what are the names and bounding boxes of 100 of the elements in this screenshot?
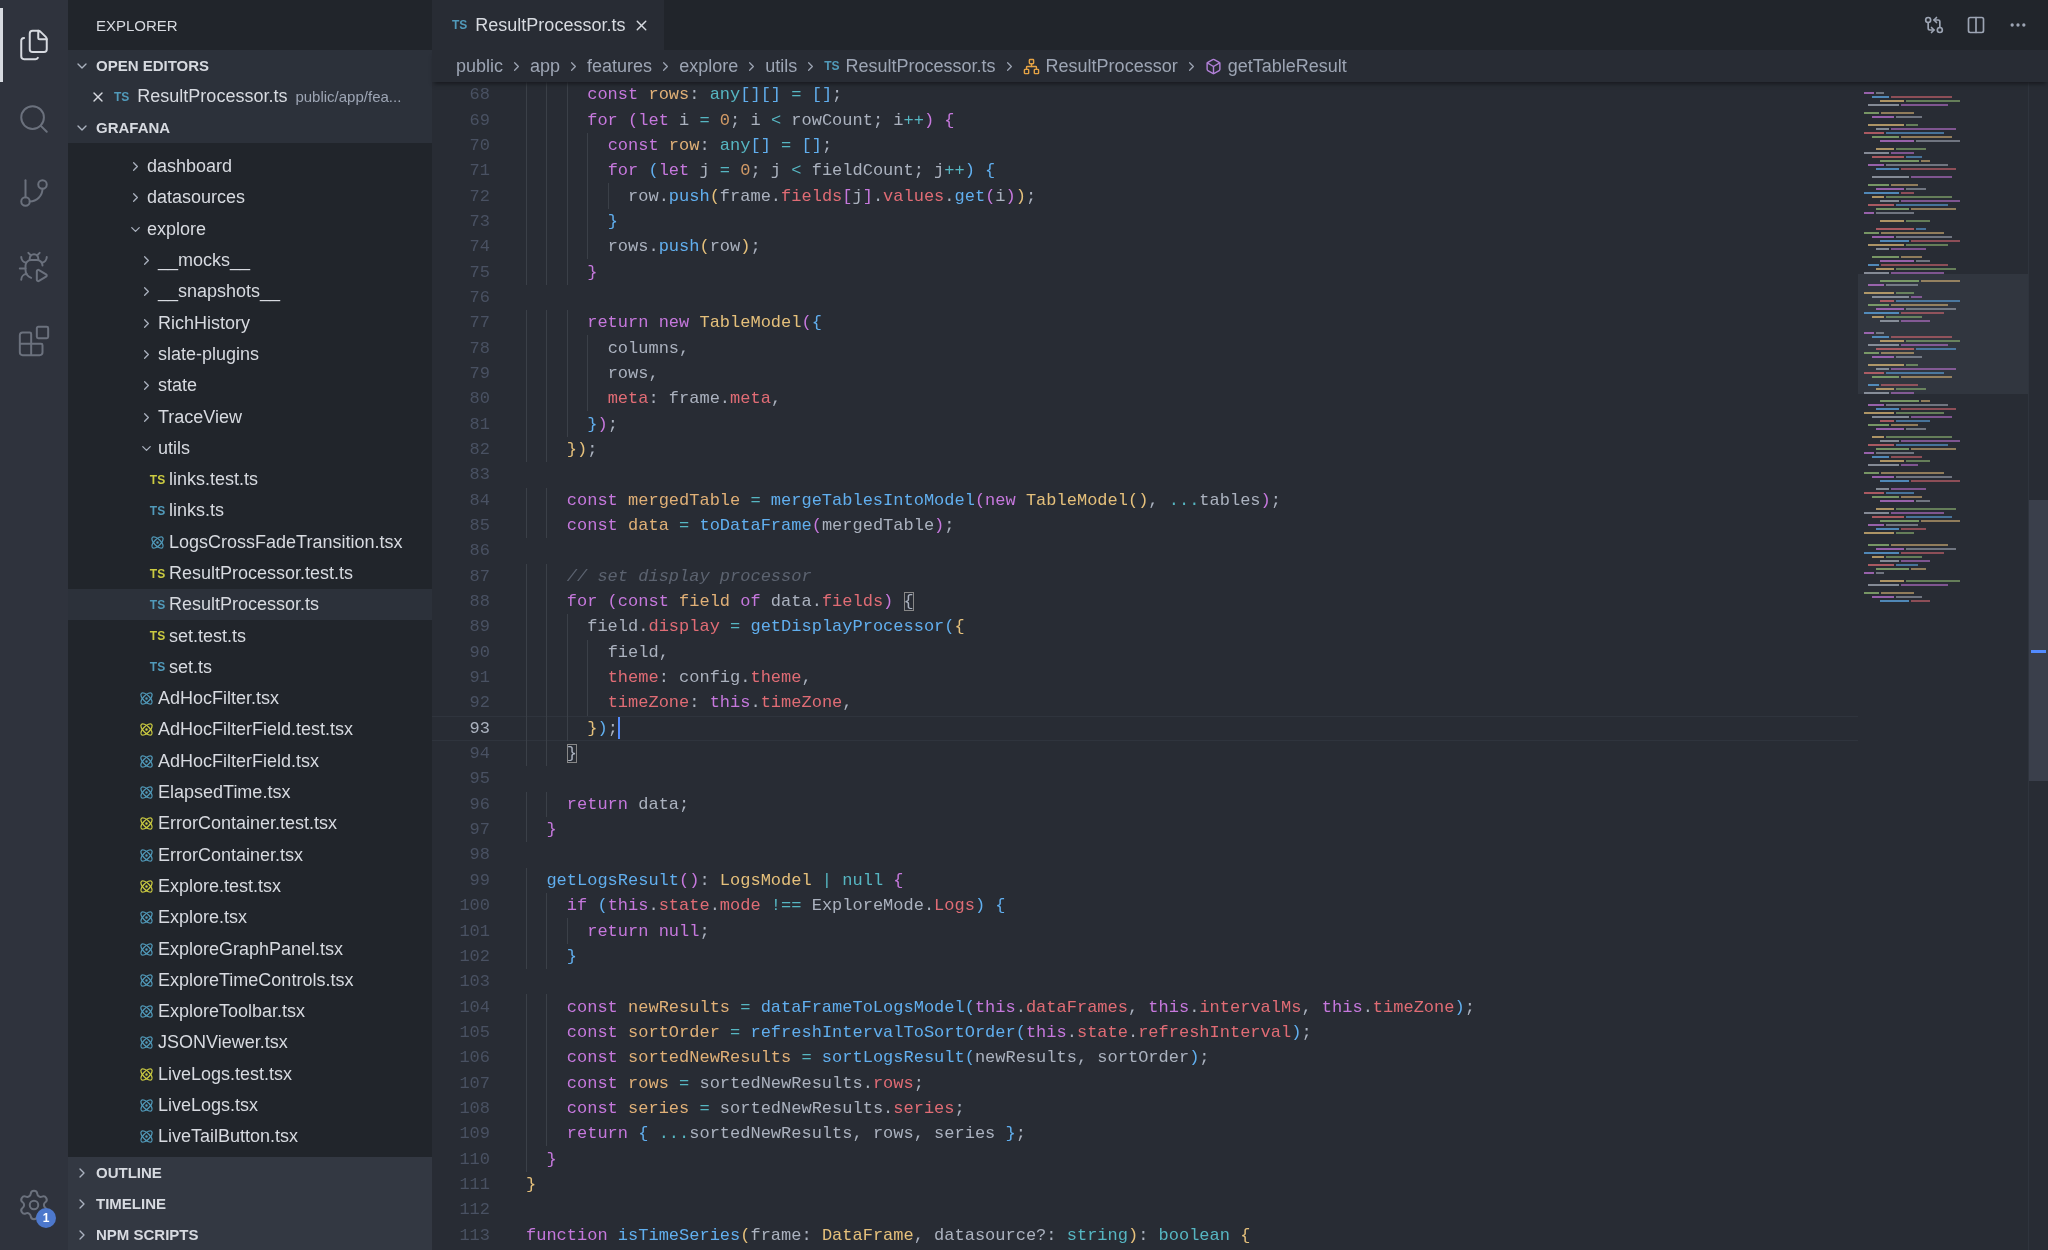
folder-row[interactable]: __snapshots__	[68, 276, 432, 308]
file-name[interactable]: links.test.ts	[169, 469, 259, 491]
file-name[interactable]: ResultProcessor.ts	[137, 86, 288, 107]
breadcrumb-item[interactable]: utils	[765, 55, 798, 77]
breadcrumb-item[interactable]: app	[530, 55, 561, 77]
file-row[interactable]: LiveTailButton.tsx	[68, 1121, 432, 1153]
file-name[interactable]: LiveLogs.test.tsx	[158, 1063, 293, 1085]
breadcrumb-item[interactable]: public	[456, 55, 504, 77]
file-row[interactable]: TS set.test.ts	[68, 620, 432, 652]
file-row[interactable]: ElapsedTime.tsx	[68, 776, 432, 809]
file-name[interactable]: ErrorContainer.tsx	[158, 844, 304, 866]
folder-name[interactable]: datasources	[147, 187, 246, 209]
breadcrumb-item[interactable]: features	[587, 55, 653, 77]
file-row[interactable]: JSONViewer.tsx	[68, 1027, 432, 1059]
file-row[interactable]: TS ResultProcessor.test.ts	[68, 557, 432, 590]
code-line: const newResults = dataFrameToLogsModel(this.dataFrames, this.intervalMs, this.timeZone);	[566, 997, 1475, 1017]
folder-name[interactable]: TraceView	[158, 406, 243, 428]
section-header[interactable]: TIMELINE	[68, 1188, 432, 1219]
file-row[interactable]: LiveLogs.test.tsx	[68, 1058, 432, 1090]
file-row[interactable]: TS set.ts	[68, 651, 432, 684]
breadcrumb-item[interactable]: explore	[679, 55, 739, 77]
folder-row[interactable]: __mocks__	[68, 244, 432, 277]
breadcrumb-item[interactable]: getTableResult	[1227, 55, 1347, 77]
typescript-icon: TS	[149, 660, 166, 675]
file-name[interactable]: set.test.ts	[169, 625, 247, 647]
file-name[interactable]: ElapsedTime.tsx	[158, 782, 291, 804]
file-name[interactable]: links.ts	[169, 500, 224, 522]
file-row[interactable]: LiveLogs.tsx	[68, 1089, 432, 1122]
folder-name[interactable]: slate-plugins	[158, 343, 260, 365]
file-row[interactable]: ErrorContainer.tsx	[68, 839, 432, 871]
folder-row[interactable]: utils	[68, 432, 432, 464]
folder-row[interactable]: explore	[68, 213, 432, 245]
file-name[interactable]: LiveLogs.tsx	[158, 1095, 259, 1117]
folder-row[interactable]: state	[68, 370, 432, 402]
file-name[interactable]: AdHocFilterField.test.tsx	[158, 719, 354, 741]
folder-name[interactable]: dashboard	[147, 156, 233, 178]
file-name[interactable]: AdHocFilter.tsx	[158, 688, 280, 710]
file-name[interactable]: ErrorContainer.test.tsx	[158, 813, 338, 835]
folder-row[interactable]: dashboard	[68, 151, 432, 183]
file-name[interactable]: set.ts	[169, 656, 212, 678]
file-row[interactable]: LogsCrossFadeTransition.tsx	[68, 526, 432, 558]
settings-button[interactable]: 1	[0, 1170, 68, 1240]
file-row[interactable]: TS links.test.ts	[68, 463, 432, 496]
file-name[interactable]: LogsCrossFadeTransition.tsx	[169, 531, 403, 553]
folder-row[interactable]: datasources	[68, 182, 432, 214]
code-line: field.display = getDisplayProcessor({	[587, 617, 965, 637]
editor-tab[interactable]: TS ResultProcessor.ts	[432, 0, 665, 50]
file-name[interactable]: Explore.tsx	[158, 907, 248, 929]
file-name[interactable]: ExploreGraphPanel.tsx	[158, 938, 344, 960]
file-name[interactable]: ResultProcessor.ts	[169, 594, 320, 616]
code-line: }	[566, 946, 577, 966]
folder-name[interactable]: state	[158, 375, 198, 397]
code-line: field,	[607, 642, 669, 662]
code-line: });	[587, 414, 618, 434]
file-row[interactable]: ExploreTimeControls.tsx	[68, 964, 432, 996]
file-name[interactable]: ResultProcessor.test.ts	[169, 563, 354, 584]
typescript-icon: TS	[149, 503, 166, 518]
code-line: }	[607, 211, 618, 231]
code-line: return new TableModel({	[587, 313, 822, 333]
code-line: rows.push(row);	[607, 237, 761, 257]
file-row[interactable]: AdHocFilterField.test.tsx	[68, 714, 432, 746]
code-line: }	[566, 744, 577, 764]
folder-row[interactable]: slate-plugins	[68, 338, 432, 371]
file-row[interactable]: ErrorContainer.test.tsx	[68, 808, 432, 840]
typescript-icon: TS	[149, 566, 166, 581]
file-row[interactable]: TS ResultProcessor.ts	[68, 589, 432, 621]
file-name[interactable]: Explore.test.tsx	[158, 875, 282, 897]
open-editor-item[interactable]: TS ResultProcessor.ts public/app/fea...	[68, 81, 432, 112]
file-name[interactable]: AdHocFilterField.tsx	[158, 750, 320, 772]
file-name[interactable]: ExploreToolbar.tsx	[158, 1001, 306, 1023]
code-line: meta: frame.meta,	[607, 389, 782, 409]
file-row[interactable]: TS links.ts	[68, 495, 432, 527]
file-name[interactable]: ExploreTimeControls.tsx	[158, 969, 354, 991]
section-header[interactable]: OUTLINE	[68, 1157, 432, 1188]
code-line: getLogsResult(): LogsModel | null {	[546, 870, 904, 890]
folder-name[interactable]: utils	[158, 437, 190, 459]
file-row[interactable]: AdHocFilterField.tsx	[68, 745, 432, 777]
code-line: const sortOrder = refreshIntervalToSortOrder(this.state.refreshInterval);	[566, 1022, 1312, 1042]
section-header[interactable]: OPEN EDITORS	[68, 50, 432, 81]
section-header[interactable]: NPM SCRIPTS	[68, 1219, 432, 1250]
folder-name[interactable]: __mocks__	[158, 250, 251, 272]
file-row[interactable]: AdHocFilter.tsx	[68, 683, 432, 715]
code-line: const series = sortedNewResults.series;	[566, 1098, 965, 1118]
code-line: columns,	[607, 338, 690, 358]
file-row[interactable]: ExploreToolbar.tsx	[68, 996, 432, 1028]
section-header[interactable]: GRAFANA	[68, 112, 432, 143]
file-name[interactable]: JSONViewer.tsx	[158, 1032, 288, 1054]
folder-row[interactable]: TraceView	[68, 401, 432, 433]
breadcrumb-item[interactable]: ResultProcessor.ts	[845, 55, 996, 77]
file-row[interactable]: ExploreGraphPanel.tsx	[68, 933, 432, 965]
folder-name[interactable]: explore	[147, 218, 207, 240]
code-line: row.push(frame.fields[j].values.get(i));	[628, 186, 1037, 206]
typescript-icon: TS	[149, 597, 166, 612]
file-name[interactable]: LiveTailButton.tsx	[158, 1126, 299, 1148]
folder-row[interactable]: RichHistory	[68, 307, 432, 339]
file-row[interactable]: Explore.test.tsx	[68, 870, 432, 903]
folder-name[interactable]: __snapshots__	[158, 281, 281, 303]
breadcrumb-item[interactable]: ResultProcessor	[1045, 55, 1178, 77]
folder-name[interactable]: RichHistory	[158, 312, 250, 334]
file-row[interactable]: Explore.tsx	[68, 902, 432, 934]
